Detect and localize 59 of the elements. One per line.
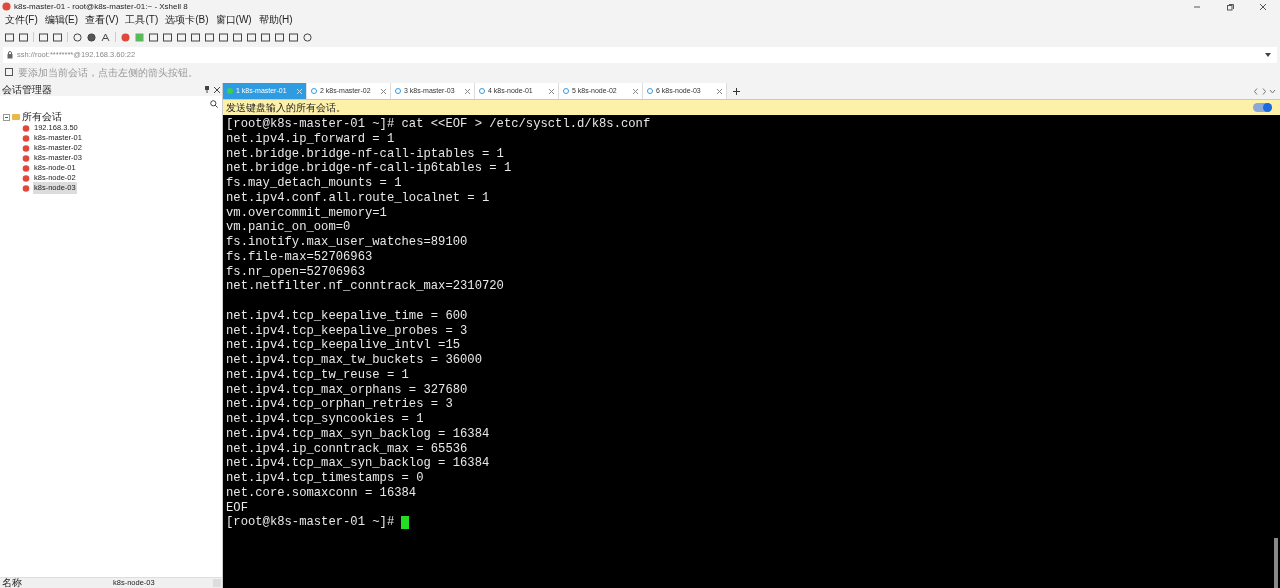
terminal-line: net.ipv4.tcp_max_syn_backlog = 16384 (226, 426, 490, 442)
terminal-line: net.ipv4.tcp_max_orphans = 327680 (226, 382, 468, 398)
add-tab-icon[interactable] (733, 87, 740, 95)
connected-icon (227, 88, 233, 94)
terminal[interactable] (223, 115, 1280, 588)
terminal-prompt: [root@k8s-master-01 ~]# (226, 515, 395, 530)
terminal-line: net.ipv4.tcp_timestamps = 0 (226, 471, 424, 486)
tree-item[interactable]: 所有会话 (22, 112, 62, 122)
terminal-line: net.ipv4.tcp_max_syn_backlog = 16384 (226, 456, 490, 471)
pin-icon[interactable] (204, 86, 210, 93)
close-icon[interactable] (214, 86, 220, 93)
terminal-line: net.ipv4.conf.all.route_localnet = 1 (226, 190, 490, 206)
terminal-line: fs.file-max=52706963 (226, 249, 373, 265)
terminal-line: fs.inotify.max_user_watches=89100 (226, 235, 468, 250)
menu-item[interactable]: 查看(V) (85, 15, 119, 25)
broadcast-text: 发送键盘输入的所有会话。 (226, 102, 346, 113)
terminal-line: net.ipv4.tcp_keepalive_time = 600 (226, 308, 468, 324)
font-icon[interactable] (101, 32, 110, 42)
menu-item[interactable]: 工具(T) (125, 15, 159, 25)
terminal-line: fs.nr_open=52706963 (226, 264, 365, 280)
menu-item[interactable]: 窗口(W) (215, 15, 252, 25)
scrollbar-thumb[interactable] (213, 579, 221, 587)
app-logo-icon (2, 2, 11, 11)
menu-item[interactable]: 编辑(E) (44, 15, 79, 25)
terminal-line: net.ipv4.tcp_max_tw_buckets = 36000 (226, 353, 482, 368)
terminal-line: vm.overcommit_memory=1 (226, 205, 387, 221)
app-logo-icon[interactable] (121, 32, 130, 42)
panel-title: 会话管理器 (2, 84, 52, 95)
cursor (401, 516, 410, 530)
terminal-line: net.ipv4.tcp_tw_reuse = 1 (226, 367, 409, 383)
close-icon[interactable] (1259, 2, 1267, 11)
column-header: 名称 (1, 578, 23, 588)
scrollbar-thumb[interactable] (1274, 538, 1278, 588)
terminal-line: EOF (226, 500, 248, 516)
menu-item[interactable]: 帮助(H) (258, 15, 293, 25)
terminal-line: net.ipv4.ip_conntrack_max = 65536 (226, 441, 468, 457)
terminal-line: net.bridge.bridge-nf-call-ip6tables = 1 (226, 161, 512, 176)
restore-icon[interactable] (1226, 2, 1234, 11)
add-session-icon[interactable] (5, 68, 14, 77)
window-icon[interactable] (53, 32, 62, 42)
terminal-line: net.ipv4.tcp_keepalive_intvl =15 (226, 338, 461, 353)
terminal-line: net.ipv4.tcp_orphan_retries = 3 (226, 397, 453, 412)
window-title: k8s-master-01 - root@k8s-master-01:~ - Xshell 8 (14, 1, 188, 13)
menu-item[interactable]: 选项卡(B) (165, 15, 209, 25)
dropdown-caret-icon[interactable] (1265, 53, 1271, 57)
terminal-line: net.netfilter.nf_conntrack_max=2310720 (226, 279, 504, 294)
terminal-line: fs.may_detach_mounts = 1 (226, 176, 402, 191)
terminal-line: net.ipv4.tcp_keepalive_probes = 3 (226, 323, 468, 339)
terminal-line: net.ipv4.tcp_syncookies = 1 (226, 412, 424, 427)
terminal-line: net.bridge.bridge-nf-call-iptables = 1 (226, 146, 504, 162)
broadcast-toggle[interactable] (1253, 103, 1272, 112)
terminal-line: vm.panic_on_oom=0 (226, 220, 351, 235)
terminal-line: net.core.somaxconn = 16384 (226, 485, 417, 501)
terminal-line: net.ipv4.ip_forward = 1 (226, 131, 395, 147)
tab-navigation-icon[interactable] (1254, 87, 1276, 95)
collapse-icon[interactable] (3, 113, 10, 121)
menu-item[interactable]: 文件(F) (5, 15, 38, 25)
hint-text: 要添加当前会话，点击左侧的箭头按钮。 (18, 67, 198, 78)
terminal-line: [root@k8s-master-01 ~]# cat <<EOF > /etc/sysctl.d/k8s.conf (226, 117, 651, 132)
